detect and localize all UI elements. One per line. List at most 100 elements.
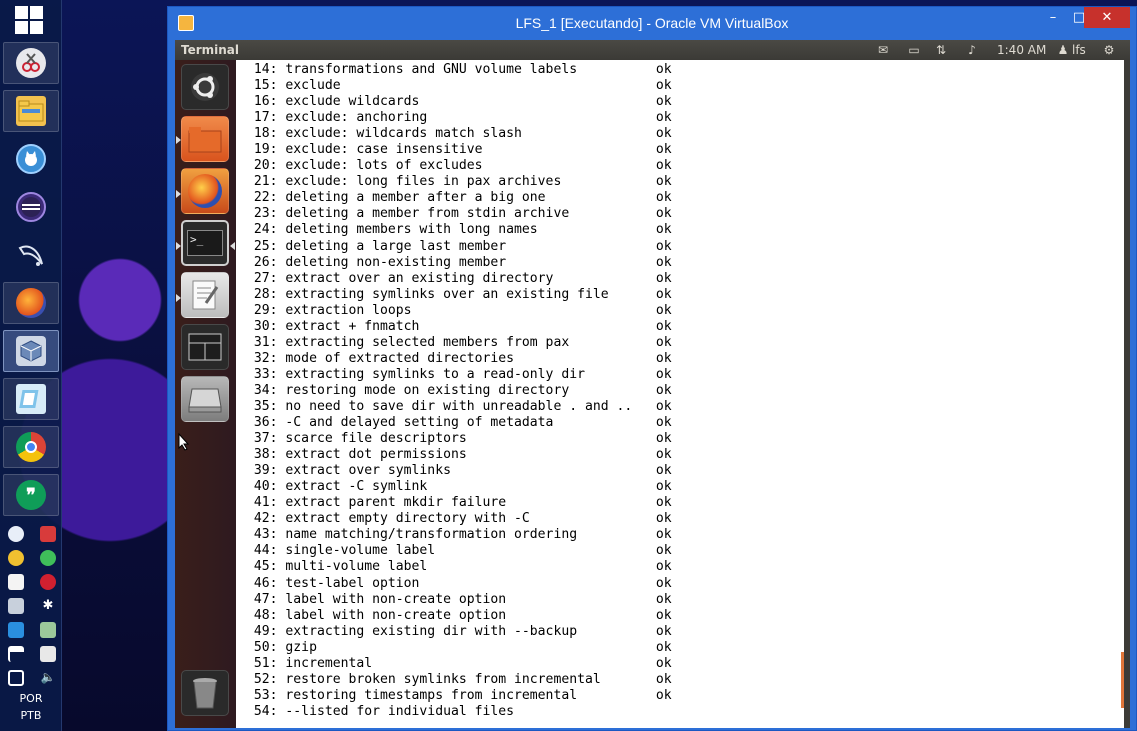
- cloud-icon[interactable]: [8, 526, 24, 542]
- taskbar-app-eclipse[interactable]: [3, 186, 59, 228]
- terminal-output[interactable]: 14: transformations and GNU volume label…: [236, 60, 1124, 728]
- taskbar-app-notes[interactable]: [3, 378, 59, 420]
- firefox-icon: [188, 174, 222, 208]
- taskbar-app-hangouts[interactable]: ❞: [3, 474, 59, 516]
- launcher-disk[interactable]: [181, 376, 229, 422]
- settings-gear-icon[interactable]: ⚙: [1101, 42, 1117, 58]
- network-adapter-icon[interactable]: [8, 622, 24, 638]
- terminal-line: 47: label with non-create option ok: [246, 591, 672, 607]
- virtualbox-icon: [16, 336, 46, 366]
- scissors-tool-icon: [16, 48, 46, 78]
- ubuntu-top-panel: Terminal ✉ ▭ ⇅ ♪ 1:40 AM ♟ lfs ⚙: [175, 40, 1130, 60]
- terminal-line: 50: gzip ok: [246, 639, 672, 655]
- launcher-files[interactable]: [181, 116, 229, 162]
- launcher-ubuntu-dash[interactable]: [181, 64, 229, 110]
- terminal-line: 28: extracting symlinks over an existing…: [246, 286, 672, 302]
- launcher-focus-indicator: [230, 242, 235, 250]
- terminal-icon: >_: [187, 230, 223, 256]
- user-icon[interactable]: ♟: [1057, 42, 1069, 58]
- terminal-line: 52: restore broken symlinks from increme…: [246, 671, 672, 687]
- battery-icon[interactable]: ▭: [905, 42, 923, 58]
- flag-icon[interactable]: [8, 646, 24, 662]
- shield-icon[interactable]: [40, 526, 56, 542]
- taskbar: ❞ ✱ 🔈 POR PTB: [0, 0, 62, 731]
- terminal-line: 24: deleting members with long names ok: [246, 222, 672, 238]
- taskbar-app-pinned-1[interactable]: [3, 42, 59, 84]
- pie-chart-icon[interactable]: [40, 574, 56, 590]
- windows-start-icon[interactable]: [15, 6, 43, 34]
- terminal-line: 34: restoring mode on existing directory…: [246, 382, 672, 398]
- terminal-line: 42: extract empty directory with -C ok: [246, 511, 672, 527]
- panel-app-title: Terminal: [181, 43, 240, 57]
- wifi-icon[interactable]: [8, 670, 24, 686]
- taskbar-app-firefox[interactable]: [3, 282, 59, 324]
- window-titlebar[interactable]: LFS_1 [Executando] - Oracle VM VirtualBo…: [168, 7, 1136, 39]
- close-button[interactable]: ✕: [1084, 7, 1130, 28]
- taskbar-app-mysql-workbench[interactable]: [3, 234, 59, 276]
- bluetooth-icon[interactable]: ✱: [40, 598, 56, 614]
- terminal-line: 41: extract parent mkdir failure ok: [246, 495, 672, 511]
- terminal-line: 26: deleting non-existing member ok: [246, 254, 672, 270]
- volume-icon[interactable]: 🔈: [40, 670, 56, 686]
- tray-row-4: ✱: [8, 598, 56, 614]
- launcher-workspace-switcher[interactable]: [181, 324, 229, 370]
- document-icon[interactable]: [8, 574, 24, 590]
- volume-icon[interactable]: ♪: [963, 42, 981, 58]
- terminal-line: 29: extraction loops ok: [246, 302, 672, 318]
- terminal-line: 22: deleting a member after a big one ok: [246, 190, 672, 206]
- terminal-scrollbar-thumb[interactable]: [1121, 652, 1124, 708]
- terminal-line: 21: exclude: long files in pax archives …: [246, 174, 672, 190]
- terminal-lines: 14: transformations and GNU volume label…: [246, 62, 672, 720]
- guest-scrollbar-track[interactable]: [1124, 60, 1130, 728]
- warning-icon[interactable]: [8, 550, 24, 566]
- guest-screen[interactable]: Terminal ✉ ▭ ⇅ ♪ 1:40 AM ♟ lfs ⚙ >_ 14: …: [175, 40, 1130, 728]
- terminal-line: 23: deleting a member from stdin archive…: [246, 206, 672, 222]
- taskbar-app-cat[interactable]: [3, 138, 59, 180]
- launcher-terminal[interactable]: >_: [181, 220, 229, 266]
- tray-row-6: [8, 646, 56, 662]
- mouse-cursor-icon: [178, 433, 190, 451]
- launcher-text-editor[interactable]: [181, 272, 229, 318]
- terminal-line: 38: extract dot permissions ok: [246, 447, 672, 463]
- unity-launcher: >_: [175, 60, 236, 728]
- folder-icon: [16, 96, 46, 126]
- terminal-line: 20: exclude: lots of excludes ok: [246, 158, 672, 174]
- trash-icon: [193, 678, 217, 709]
- tray-row-1: [8, 526, 56, 542]
- safely-remove-icon[interactable]: [40, 622, 56, 638]
- terminal-line: 44: single-volume label ok: [246, 543, 672, 559]
- tray-row-7: 🔈: [8, 670, 56, 686]
- cat-icon: [16, 144, 46, 174]
- hangouts-icon: ❞: [16, 480, 46, 510]
- terminal-line: 48: label with non-create option ok: [246, 607, 672, 623]
- terminal-line: 40: extract -C symlink ok: [246, 479, 672, 495]
- language-indicator[interactable]: POR: [0, 692, 62, 705]
- disk-icon: [188, 388, 222, 413]
- panel-username[interactable]: lfs: [1072, 42, 1086, 58]
- eclipse-icon: [16, 192, 46, 222]
- taskbar-app-chrome[interactable]: [3, 426, 59, 468]
- terminal-line: 36: -C and delayed setting of metadata o…: [246, 415, 672, 431]
- virtualbox-window: LFS_1 [Executando] - Oracle VM VirtualBo…: [167, 6, 1137, 731]
- battery-icon[interactable]: [40, 646, 56, 662]
- terminal-line: 14: transformations and GNU volume label…: [246, 62, 672, 77]
- launcher-firefox[interactable]: [181, 168, 229, 214]
- text-editor-icon: [192, 280, 219, 310]
- terminal-line: 37: scarce file descriptors ok: [246, 431, 672, 447]
- terminal-line: 45: multi-volume label ok: [246, 559, 672, 575]
- launcher-trash[interactable]: [181, 670, 229, 716]
- location-pin-icon[interactable]: [40, 550, 56, 566]
- satellite-icon[interactable]: [8, 598, 24, 614]
- terminal-line: 27: extract over an existing directory o…: [246, 270, 672, 286]
- taskbar-app-file-explorer[interactable]: [3, 90, 59, 132]
- minimize-button[interactable]: –: [1040, 7, 1066, 28]
- taskbar-app-virtualbox[interactable]: [3, 330, 59, 372]
- tray-row-2: [8, 550, 56, 566]
- network-icon[interactable]: ⇅: [933, 42, 949, 58]
- terminal-line: 18: exclude: wildcards match slash ok: [246, 126, 672, 142]
- keyboard-layout-indicator[interactable]: PTB: [0, 709, 62, 722]
- clock[interactable]: 1:40 AM: [997, 42, 1046, 58]
- mail-icon[interactable]: ✉: [875, 42, 891, 58]
- terminal-line: 31: extracting selected members from pax…: [246, 334, 672, 350]
- folder-icon: [188, 127, 222, 153]
